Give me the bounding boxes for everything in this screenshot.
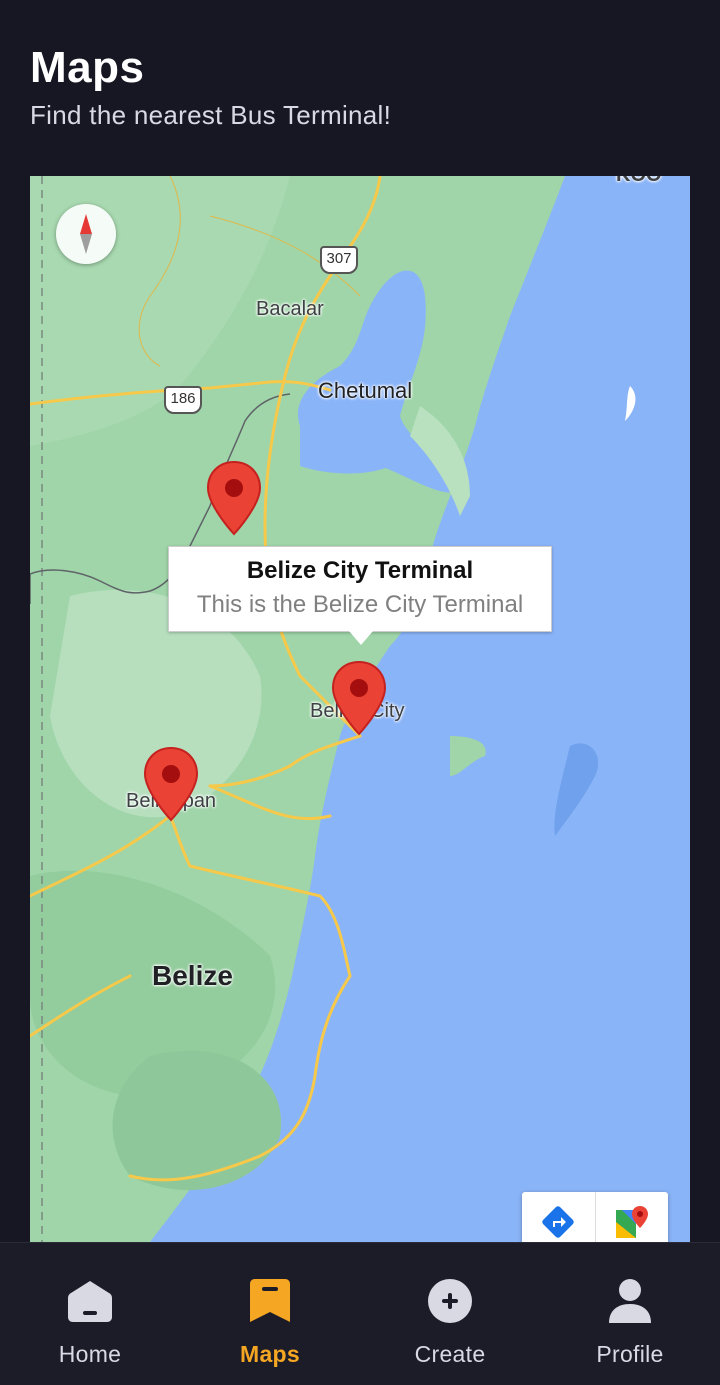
compass-icon [80, 214, 92, 254]
nav-label-create: Create [414, 1341, 486, 1367]
person-icon [606, 1277, 654, 1325]
place-bacalar: Bacalar [256, 298, 324, 320]
plus-circle-icon [426, 1277, 474, 1325]
home-icon [66, 1277, 114, 1325]
route-186-shield: 186 [164, 386, 202, 414]
route-307-shield: 307 [320, 246, 358, 274]
place-top-edge: KOO [616, 176, 662, 187]
header: Maps Find the nearest Bus Terminal! [30, 40, 690, 131]
google-maps-icon [615, 1206, 648, 1238]
terminal-marker-belmopan[interactable] [143, 746, 199, 822]
directions-icon [542, 1206, 574, 1238]
nav-item-home[interactable]: Home [0, 1243, 180, 1385]
nav-label-maps: Maps [240, 1341, 300, 1367]
place-belize-country: Belize [152, 960, 233, 991]
bottom-nav: Home Maps Create Profile [0, 1242, 720, 1385]
place-chetumal: Chetumal [318, 378, 413, 403]
nav-label-profile: Profile [596, 1341, 664, 1367]
info-window-title: Belize City Terminal [246, 557, 474, 584]
nav-item-profile[interactable]: Profile [540, 1243, 720, 1385]
nav-item-create[interactable]: Create [360, 1243, 540, 1385]
page-title: Maps [30, 43, 145, 92]
marker-info-window[interactable]: Belize City Terminal This is the Belize … [168, 546, 552, 645]
info-window-snippet: This is the Belize City Terminal [196, 591, 524, 618]
open-in-maps-button[interactable] [596, 1192, 669, 1242]
maps-bookmark-icon [246, 1277, 294, 1325]
map-pin-icon [143, 746, 199, 822]
nav-item-maps[interactable]: Maps [180, 1243, 360, 1385]
map-view[interactable]: 307 186 Bacalar Chetumal Belize City Bel… [30, 176, 690, 1242]
nav-label-home: Home [58, 1341, 122, 1367]
directions-button[interactable] [522, 1192, 596, 1242]
page-subtitle: Find the nearest Bus Terminal! [30, 100, 392, 130]
map-pin-icon [331, 660, 387, 736]
map-pin-icon [206, 460, 262, 536]
terminal-marker-belize-city[interactable] [331, 660, 387, 736]
map-toolbar [522, 1192, 668, 1242]
terminal-marker[interactable] [206, 460, 262, 536]
compass-button[interactable] [56, 204, 116, 264]
